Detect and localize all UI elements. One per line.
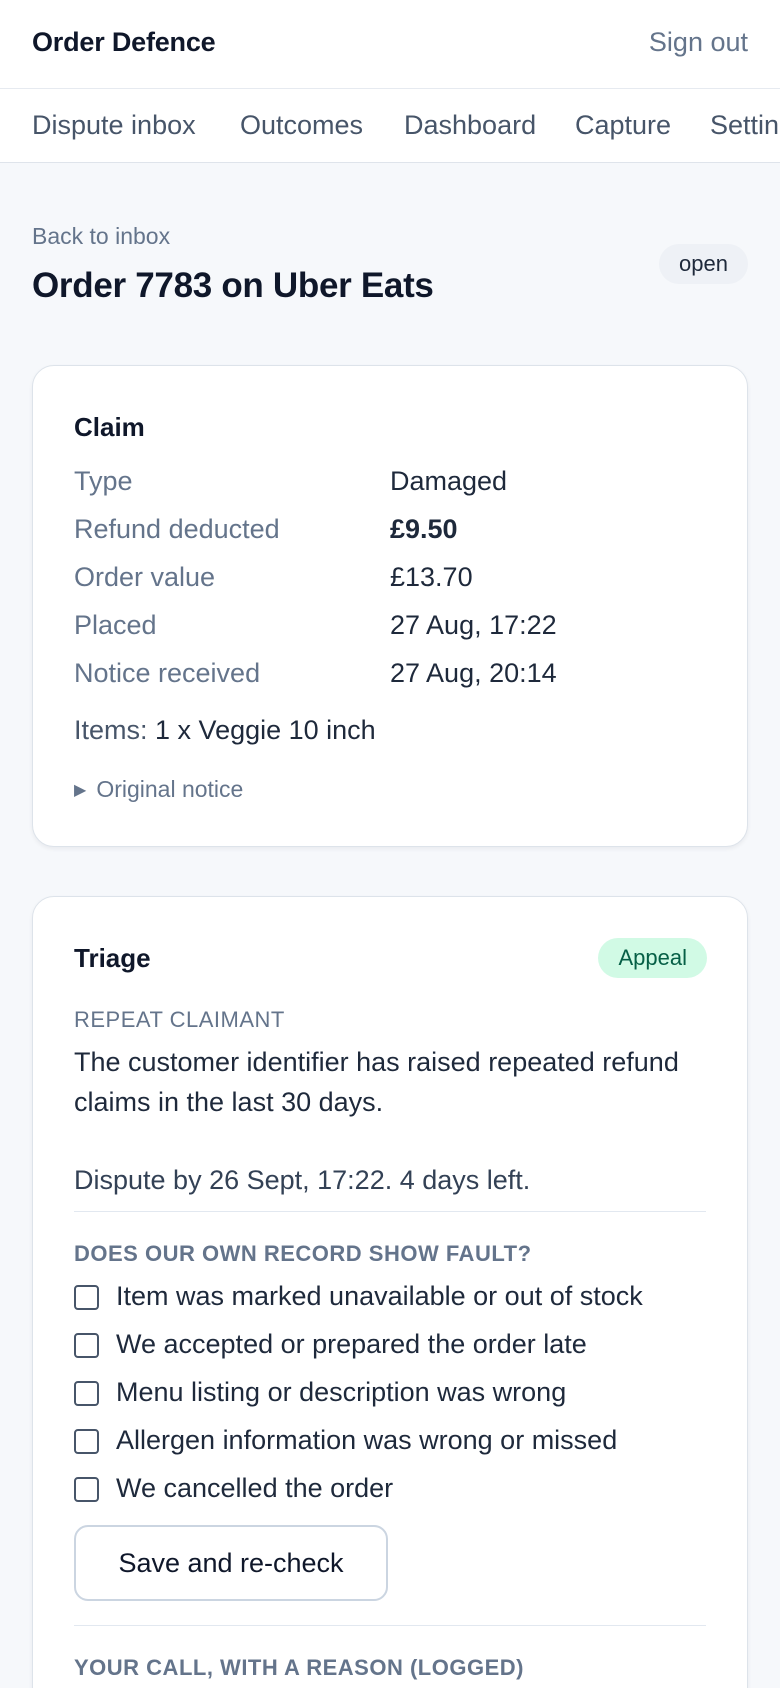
checkbox[interactable] [74,1429,99,1454]
appeal-badge: Appeal [598,938,707,978]
repeat-claimant-kicker: REPEAT CLAIMANT [74,1007,285,1032]
fault-heading: DOES OUR OWN RECORD SHOW FAULT? [74,1241,532,1266]
checkbox[interactable] [74,1333,99,1358]
items-value: 1 x Veggie 10 inch [155,715,376,745]
section-divider [74,1211,706,1212]
nav-item-dashboard[interactable]: Dashboard [404,110,536,141]
checkbox[interactable] [74,1381,99,1406]
status-badge: open [659,244,748,284]
brand-title: Order Defence [32,27,216,57]
dispute-deadline: Dispute by 26 Sept, 17:22. 4 days left. [74,1165,531,1195]
triage-title: Triage [74,943,151,973]
nav-item-dispute-inbox[interactable]: Dispute inbox [32,110,196,141]
placed-label: Placed [74,610,157,640]
claim-type-value: Damaged [390,466,508,496]
nav-item-settings[interactable]: Settings [710,110,780,141]
check-label: We accepted or prepared the order late [116,1329,587,1359]
disclosure-triangle-icon: ▶ [74,782,87,799]
section-divider [74,1625,706,1626]
sign-out-link[interactable]: Sign out [649,27,748,58]
original-notice-label: Original notice [96,776,244,802]
nav-item-capture[interactable]: Capture [575,110,671,141]
order-value-value: £13.70 [390,562,473,592]
main-nav: Dispute inbox Outcomes Dashboard Capture… [0,89,780,163]
check-label: Item was marked unavailable or out of st… [116,1281,643,1311]
check-label: Menu listing or description was wrong [116,1377,567,1407]
notice-received-value: 27 Aug, 20:14 [390,658,557,688]
refund-deducted-label: Refund deducted [74,514,280,544]
nav-item-outcomes[interactable]: Outcomes [240,110,363,141]
placed-value: 27 Aug, 17:22 [390,610,557,640]
check-label: We cancelled the order [116,1473,394,1503]
back-to-inbox-link[interactable]: Back to inbox [32,223,170,250]
original-notice-toggle[interactable]: ▶ Original notice [74,776,243,803]
checkbox[interactable] [74,1477,99,1502]
triage-description: The customer identifier has raised repea… [74,1047,679,1117]
triage-card: Triage Appeal REPEAT CLAIMANT The custom… [32,896,748,1688]
items-label: Items: [74,715,148,745]
claim-title: Claim [74,412,145,442]
page-title: Order 7783 on Uber Eats [32,266,434,305]
your-call-heading: YOUR CALL, WITH A REASON (LOGGED) [74,1655,524,1680]
claim-items: Items: 1 x Veggie 10 inch [74,715,376,746]
notice-received-label: Notice received [74,658,261,688]
top-bar: Order Defence Sign out [0,0,780,89]
order-value-label: Order value [74,562,216,592]
check-label: Allergen information was wrong or missed [116,1425,618,1455]
refund-deducted-value: £9.50 [390,514,458,544]
checkbox[interactable] [74,1285,99,1310]
claim-type-label: Type [74,466,133,496]
claim-card: Claim Type Damaged Refund deducted £9.50… [32,365,748,847]
save-and-recheck-button[interactable]: Save and re-check [74,1525,388,1601]
